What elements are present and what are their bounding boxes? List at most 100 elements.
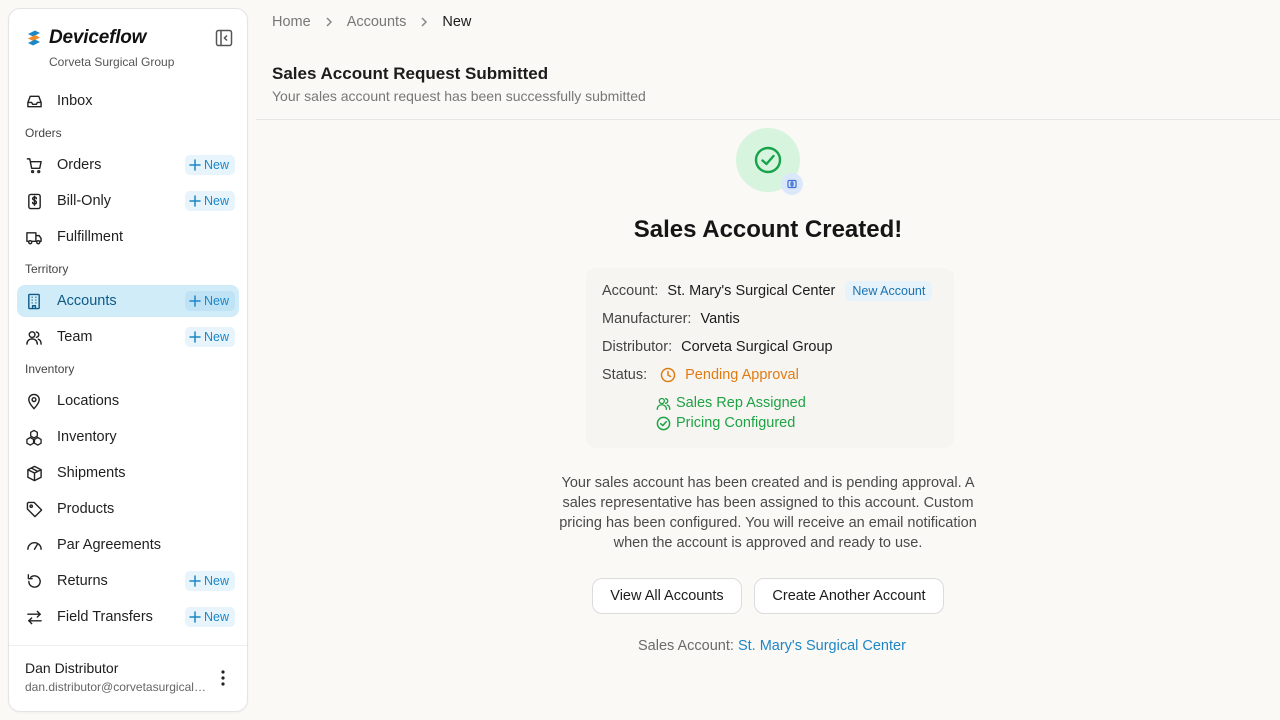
breadcrumb-accounts[interactable]: Accounts [347,14,407,30]
view-all-accounts-button[interactable]: View All Accounts [592,578,742,614]
confirmation-message: Your sales account has been created and … [559,475,977,551]
user-name: Dan Distributor [25,660,119,676]
boxes-icon [25,428,43,446]
sidebar-item-label: Field Transfers [57,609,153,625]
status-label: Status: [602,367,648,383]
new-order-button[interactable]: New [184,155,235,175]
inbox-icon [25,92,43,110]
sidebar-item-label: Locations [57,393,120,409]
plus-icon [189,331,201,343]
chevron-right-icon [325,16,333,28]
sidebar-item-products[interactable]: Products [17,493,239,525]
user-email: dan.distributor@corvetasurgicalgroup.com [25,680,207,694]
new-bill-only-button[interactable]: New [184,191,235,211]
arrows-exchange-icon [25,608,43,626]
sidebar-nav: Inbox Orders Orders New Bill-Only New Fu… [17,85,239,637]
plus-icon [189,575,201,587]
section-orders: Orders [25,126,62,140]
account-value: St. Mary's Surgical Center [667,283,836,299]
undo-icon [25,572,43,590]
page-subtitle: Your sales account request has been succ… [272,88,646,104]
page-title: Sales Account Request Submitted [272,64,549,83]
gauge-icon [25,536,43,554]
sidebar-item-orders[interactable]: Orders New [17,149,239,181]
receipt-dollar-icon [25,192,43,210]
sidebar-item-bill-only[interactable]: Bill-Only New [17,185,239,217]
status-value: Pending Approval [685,367,799,383]
sidebar-item-field-transfers[interactable]: Field Transfers New [17,601,239,633]
brand-name: Deviceflow [49,27,147,48]
clock-icon [660,367,676,383]
package-icon [25,464,43,482]
breadcrumb: Home Accounts New [272,14,471,30]
account-details-card: Account: St. Mary's Surgical Center New … [586,268,954,448]
manufacturer-label: Manufacturer: [602,311,692,327]
new-team-button[interactable]: New [184,327,235,347]
new-account-button[interactable]: New [184,291,235,311]
deviceflow-logo-icon [25,29,43,47]
users-icon [656,397,671,410]
users-icon [25,328,43,346]
manufacturer-value: Vantis [700,311,740,327]
new-label: New [203,294,229,308]
sidebar-item-label: Team [57,329,93,345]
new-label: New [203,158,229,172]
new-label: New [203,330,229,344]
new-account-badge: New Account [845,281,933,301]
new-label: New [203,574,229,588]
sidebar-item-label: Inbox [57,93,93,109]
sidebar-item-par-agreements[interactable]: Par Agreements [17,529,239,561]
breadcrumb-home[interactable]: Home [272,14,311,30]
section-inventory: Inventory [25,362,75,376]
new-label: New [203,610,229,624]
status-row: Status: Pending Approval [602,367,799,383]
check-circle-icon [656,416,671,430]
sidebar-item-shipments[interactable]: Shipments [17,457,239,489]
sidebar-item-inventory[interactable]: Inventory [17,421,239,453]
status-badge: Pending Approval [660,367,799,383]
breadcrumb-current: New [442,14,472,30]
plus-icon [189,611,201,623]
sidebar-item-locations[interactable]: Locations [17,385,239,417]
create-another-account-button[interactable]: Create Another Account [754,578,944,614]
distributor-row: Distributor: Corveta Surgical Group [602,339,833,355]
tag-icon [25,500,43,518]
sidebar-item-label: Inventory [57,429,117,445]
sidebar-item-label: Products [57,501,115,517]
sidebar-item-label: Shipments [57,465,126,481]
building-icon [25,292,43,310]
more-vertical-icon[interactable] [215,668,231,688]
building-badge-icon [781,173,803,195]
sidebar-item-inbox[interactable]: Inbox [17,85,239,117]
user-profile[interactable]: Dan Distributor dan.distributor@corvetas… [9,645,247,711]
brand[interactable]: Deviceflow [25,27,146,49]
sidebar-item-label: Bill-Only [57,193,111,209]
collapse-sidebar-icon[interactable] [215,29,233,47]
rep-assigned-line: Sales Rep Assigned [656,395,806,411]
sales-account-footer: Sales Account: St. Mary's Surgical Cente… [638,638,906,654]
sales-account-label: Sales Account: [638,638,734,654]
sidebar-item-returns[interactable]: Returns New [17,565,239,597]
plus-icon [189,195,201,207]
pricing-configured-text: Pricing Configured [676,415,796,431]
sidebar-item-label: Par Agreements [57,537,161,553]
new-return-button[interactable]: New [184,571,235,591]
sidebar: Deviceflow Corveta Surgical Group Inbox … [8,8,248,712]
distributor-label: Distributor: [602,339,673,355]
rep-assigned-text: Sales Rep Assigned [676,395,806,411]
account-label: Account: [602,283,659,299]
plus-icon [189,159,201,171]
new-field-transfer-button[interactable]: New [184,607,235,627]
distributor-value: Corveta Surgical Group [681,339,833,355]
sidebar-item-team[interactable]: Team New [17,321,239,353]
page-header: Sales Account Request Submitted Your sal… [256,56,1280,120]
sidebar-item-label: Accounts [57,293,117,309]
section-territory: Territory [25,262,69,276]
map-pin-icon [25,392,43,410]
account-row: Account: St. Mary's Surgical Center New … [602,281,933,301]
sales-account-link[interactable]: St. Mary's Surgical Center [738,638,906,654]
manufacturer-row: Manufacturer: Vantis [602,311,740,327]
plus-icon [189,295,201,307]
org-name: Corveta Surgical Group [49,55,175,69]
sidebar-item-accounts[interactable]: Accounts New [17,285,239,317]
